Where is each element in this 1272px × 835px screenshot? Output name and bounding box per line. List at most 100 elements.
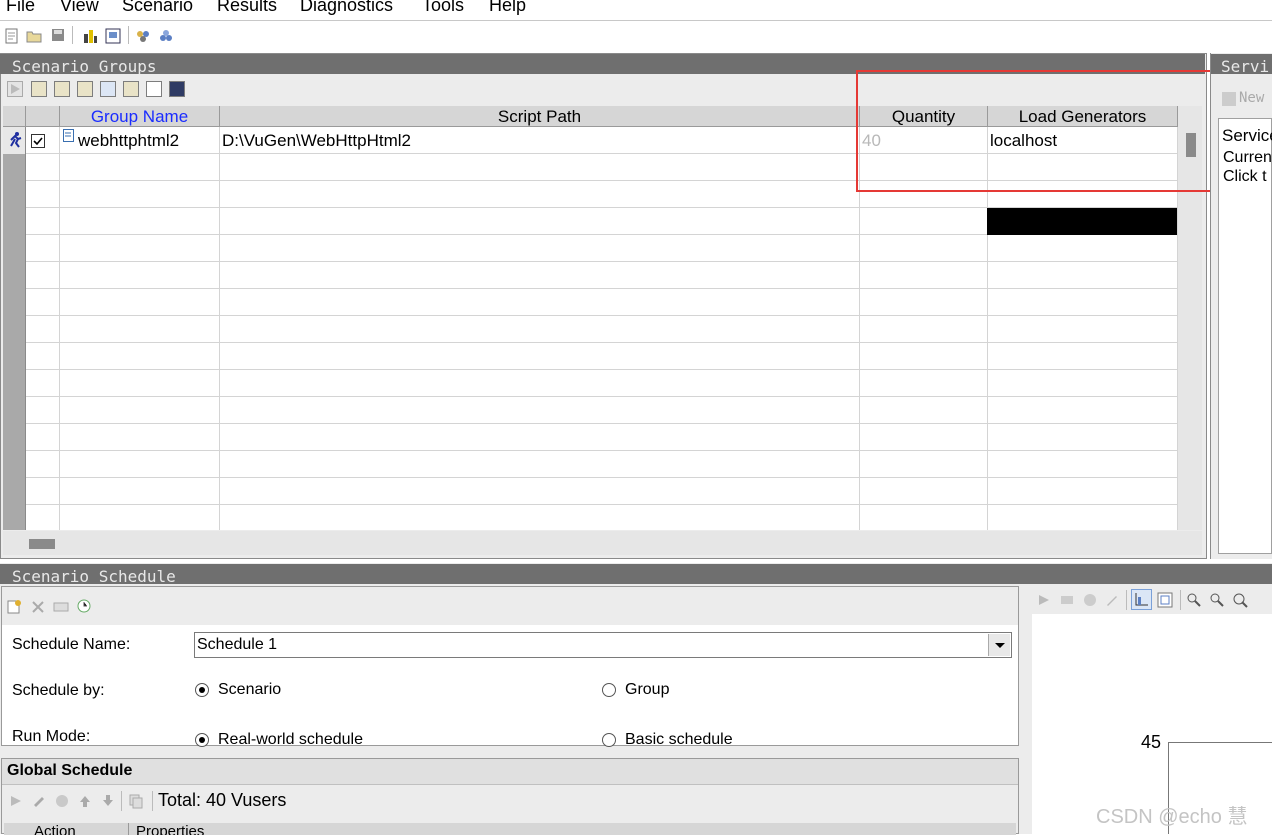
arrow-up-icon[interactable] <box>77 793 93 809</box>
empty-cell[interactable] <box>860 343 988 370</box>
empty-cell[interactable] <box>60 316 220 343</box>
menu-help[interactable]: Help <box>489 0 526 16</box>
empty-cell[interactable] <box>26 181 60 208</box>
empty-cell[interactable] <box>26 154 60 181</box>
empty-cell[interactable] <box>220 451 860 478</box>
empty-cell[interactable] <box>860 505 988 530</box>
empty-cell[interactable] <box>860 370 988 397</box>
play-icon[interactable] <box>8 793 24 809</box>
delete-action-icon[interactable] <box>54 793 70 809</box>
empty-cell[interactable] <box>26 235 60 262</box>
runtime-settings-icon[interactable] <box>169 81 185 97</box>
empty-table-row[interactable] <box>3 316 1178 343</box>
empty-cell[interactable] <box>60 235 220 262</box>
menu-file[interactable]: File <box>6 0 35 16</box>
delete-icon[interactable] <box>30 599 46 615</box>
empty-table-row[interactable] <box>3 451 1178 478</box>
empty-cell[interactable] <box>988 451 1178 478</box>
empty-cell[interactable] <box>26 316 60 343</box>
schedule-settings-icon[interactable] <box>76 598 92 614</box>
script-path-cell[interactable]: D:\VuGen\WebHttpHtml2 <box>220 127 860 154</box>
add-group-icon[interactable] <box>31 81 47 97</box>
menu-view[interactable]: View <box>60 0 99 16</box>
menu-results[interactable]: Results <box>217 0 277 16</box>
empty-cell[interactable] <box>60 289 220 316</box>
menu-scenario[interactable]: Scenario <box>122 0 193 16</box>
empty-cell[interactable] <box>860 208 988 235</box>
delete-icon[interactable] <box>1082 592 1098 608</box>
empty-cell[interactable] <box>988 505 1178 530</box>
empty-cell[interactable] <box>26 505 60 530</box>
empty-cell[interactable] <box>860 451 988 478</box>
empty-cell[interactable] <box>860 397 988 424</box>
graph-view-icon[interactable] <box>1131 589 1152 610</box>
empty-table-row[interactable] <box>3 505 1178 530</box>
vusers-icon[interactable] <box>135 28 151 44</box>
empty-cell[interactable] <box>988 370 1178 397</box>
design-groups-icon[interactable] <box>82 28 98 44</box>
empty-cell[interactable] <box>220 397 860 424</box>
schedule-by-scenario-radio[interactable] <box>195 683 209 697</box>
group-name-cell[interactable]: webhttphtml2 <box>60 127 220 154</box>
empty-table-row[interactable] <box>3 478 1178 505</box>
empty-cell[interactable] <box>988 235 1178 262</box>
empty-cell[interactable] <box>60 505 220 530</box>
open-icon[interactable] <box>26 28 42 44</box>
menu-diagnostics[interactable]: Diagnostics <box>300 0 393 16</box>
empty-cell[interactable] <box>988 397 1178 424</box>
empty-cell[interactable] <box>988 289 1178 316</box>
empty-cell[interactable] <box>26 451 60 478</box>
play-icon[interactable] <box>7 81 23 97</box>
empty-cell[interactable] <box>26 424 60 451</box>
fit-icon[interactable] <box>1157 592 1173 608</box>
empty-cell[interactable] <box>860 424 988 451</box>
empty-cell[interactable] <box>220 505 860 530</box>
empty-cell[interactable] <box>988 424 1178 451</box>
menu-tools[interactable]: Tools <box>422 0 464 16</box>
new-scenario-icon[interactable] <box>4 28 20 44</box>
empty-cell[interactable] <box>860 316 988 343</box>
empty-cell[interactable] <box>60 208 220 235</box>
new-schedule-icon[interactable] <box>6 599 22 615</box>
schedule-by-scenario-label[interactable]: Scenario <box>218 681 281 699</box>
empty-cell[interactable] <box>60 262 220 289</box>
scrollbar-thumb[interactable] <box>29 539 55 549</box>
run-mode-basic-label[interactable]: Basic schedule <box>625 731 733 749</box>
copy-group-icon[interactable] <box>100 81 116 97</box>
empty-cell[interactable] <box>26 262 60 289</box>
empty-cell[interactable] <box>60 424 220 451</box>
run-mode-realworld-label[interactable]: Real-world schedule <box>218 731 363 749</box>
empty-cell[interactable] <box>60 370 220 397</box>
service-new-button[interactable]: New <box>1222 90 1264 106</box>
empty-cell[interactable] <box>220 289 860 316</box>
run-mode-realworld-radio[interactable] <box>195 733 209 747</box>
empty-table-row[interactable] <box>3 289 1178 316</box>
zoom-in-icon[interactable] <box>1186 592 1202 608</box>
empty-cell[interactable] <box>988 478 1178 505</box>
empty-cell[interactable] <box>860 478 988 505</box>
run-mode-basic-radio[interactable] <box>602 733 616 747</box>
empty-cell[interactable] <box>988 316 1178 343</box>
zoom-reset-icon[interactable] <box>1232 592 1248 608</box>
empty-cell[interactable] <box>26 343 60 370</box>
run-scenario-icon[interactable] <box>105 28 121 44</box>
load-generators-icon[interactable] <box>158 28 174 44</box>
empty-cell[interactable] <box>860 235 988 262</box>
zoom-out-icon[interactable] <box>1209 592 1225 608</box>
empty-cell[interactable] <box>220 478 860 505</box>
arrow-down-icon[interactable] <box>100 793 116 809</box>
edit-icon[interactable] <box>1059 592 1075 608</box>
schedule-name-select[interactable]: Schedule 1 <box>194 632 1012 658</box>
empty-cell[interactable] <box>220 181 860 208</box>
empty-table-row[interactable] <box>3 262 1178 289</box>
selected-cell-editor[interactable] <box>987 208 1177 235</box>
empty-table-row[interactable] <box>3 370 1178 397</box>
play-icon[interactable] <box>1036 592 1052 608</box>
empty-cell[interactable] <box>60 478 220 505</box>
empty-cell[interactable] <box>988 343 1178 370</box>
empty-cell[interactable] <box>60 451 220 478</box>
schedule-by-group-label[interactable]: Group <box>625 681 669 699</box>
enabled-cell[interactable] <box>26 127 60 154</box>
empty-cell[interactable] <box>26 208 60 235</box>
column-header-group-name[interactable]: Group Name <box>60 106 220 127</box>
